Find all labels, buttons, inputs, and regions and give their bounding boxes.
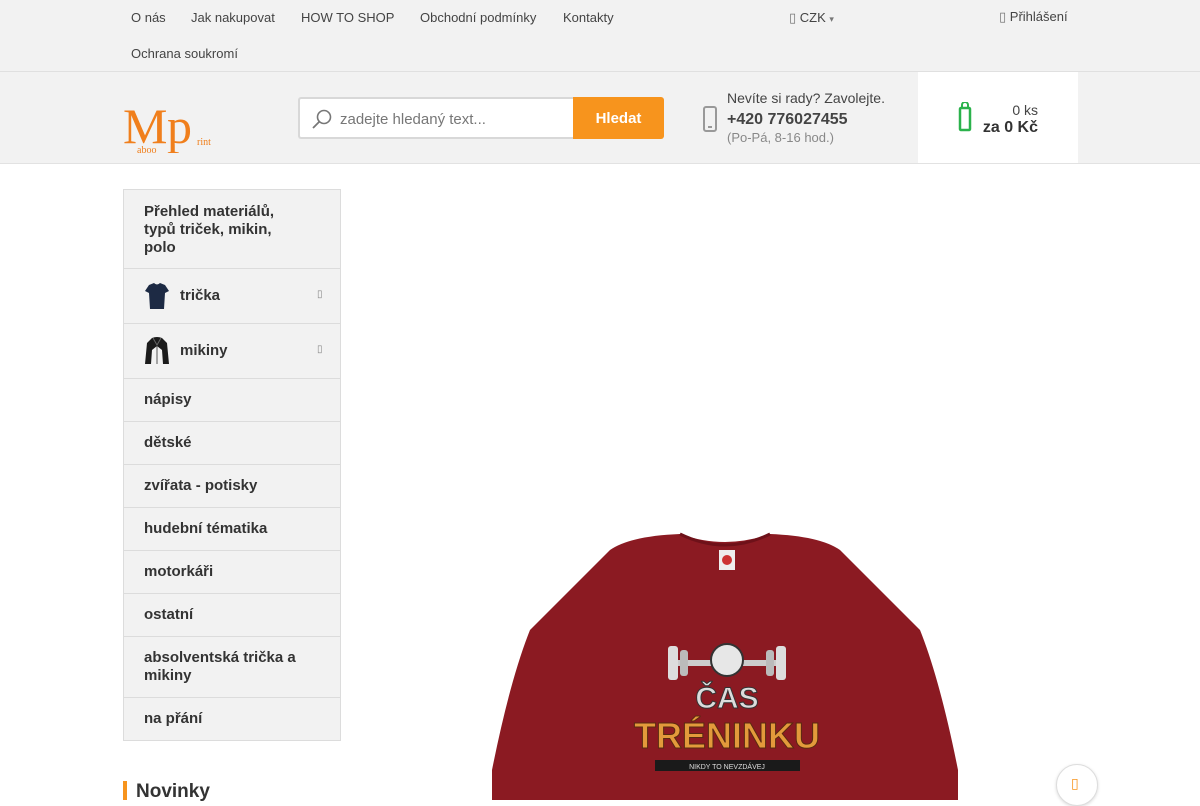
arrow-icon: ▯: [1071, 776, 1079, 792]
login-link[interactable]: ▯ Přihlášení: [999, 9, 1068, 25]
phone-icon: [703, 106, 717, 132]
search-icon: [312, 109, 332, 129]
sidebar-item-label: ostatní: [144, 606, 194, 623]
print-line-1: ČAS: [695, 681, 758, 715]
sidebar-item-napisy[interactable]: nápisy: [124, 379, 340, 422]
svg-text:rint: rint: [197, 137, 211, 148]
sidebar-item-label: trička: [180, 287, 221, 304]
svg-text:p: p: [167, 98, 192, 153]
sidebar-item-prehled-materialu[interactable]: Přehled materiálů, typů triček, mikin, p…: [124, 190, 340, 269]
sidebar-item-absolventska[interactable]: absolventská trička a mikiny: [124, 637, 340, 698]
user-icon: ▯: [999, 10, 1007, 25]
chevron-right-icon: ▯: [317, 289, 323, 300]
sidebar-item-ostatni[interactable]: ostatní: [124, 594, 340, 637]
sidebar-item-tricka[interactable]: trička ▯: [124, 269, 340, 324]
cart-quantity: 0 ks: [1012, 102, 1038, 118]
sidebar-item-label: absolventská trička a mikiny: [144, 649, 296, 684]
sidebar-item-label: zvířata - potisky: [144, 477, 258, 494]
sidebar-item-hudebni-tematika[interactable]: hudební tématika: [124, 508, 340, 551]
login-label: Přihlášení: [1009, 9, 1068, 24]
print-line-2: TRÉNINKU: [634, 715, 820, 756]
sidebar-item-detske[interactable]: dětské: [124, 422, 340, 465]
nav-link-ochrana-soukromi[interactable]: Ochrana soukromí: [131, 46, 238, 61]
currency-icon: ▯: [789, 11, 797, 26]
nav-link-jak-nakupovat[interactable]: Jak nakupovat: [191, 10, 275, 25]
nav-link-how-to-shop[interactable]: HOW TO SHOP: [301, 10, 394, 25]
sidebar-item-label: motorkáři: [144, 563, 214, 580]
search-input[interactable]: [340, 108, 565, 130]
sidebar-item-label: dětské: [144, 434, 192, 451]
nav-link-o-nas[interactable]: O nás: [131, 10, 166, 25]
cart-price: za 0 Kč: [982, 119, 1038, 136]
cart-icon: [958, 102, 972, 132]
top-bar: O nás Jak nakupovat HOW TO SHOP Obchodní…: [0, 0, 1200, 72]
hoodie-thumbnail: [145, 337, 169, 364]
sidebar-item-mikiny[interactable]: mikiny ▯: [124, 324, 340, 379]
sidebar-item-label: Přehled materiálů, typů triček, mikin, p…: [144, 203, 275, 256]
cart-widget[interactable]: 0 ks za 0 Kč: [918, 72, 1078, 163]
nav-link-kontakty[interactable]: Kontakty: [563, 10, 614, 25]
site-logo[interactable]: M p aboo rint: [123, 95, 223, 153]
sidebar-item-na-prani[interactable]: na přání: [124, 698, 340, 740]
chevron-right-icon: ▯: [317, 344, 323, 355]
sidebar-item-label: hudební tématika: [144, 520, 268, 537]
tshirt-thumbnail: [145, 283, 169, 309]
search-box: [298, 97, 575, 139]
sidebar-item-label: na přání: [144, 710, 203, 727]
search-button[interactable]: Hledat: [573, 97, 664, 139]
help-hours: (Po-Pá, 8-16 hod.): [727, 130, 834, 145]
print-line-3: NIKDY TO NEVZDÁVEJ: [689, 762, 765, 771]
sidebar-item-zvirata[interactable]: zvířata - potisky: [124, 465, 340, 508]
sidebar-item-motorkari[interactable]: motorkáři: [124, 551, 340, 594]
help-phone-number[interactable]: +420 776027455: [727, 111, 848, 129]
chevron-down-icon: ▾: [829, 15, 834, 25]
currency-selector[interactable]: ▯ CZK ▾: [789, 10, 834, 26]
category-sidebar: Přehled materiálů, typů triček, mikin, p…: [123, 189, 341, 741]
section-accent-bar: [123, 781, 127, 800]
svg-text:aboo: aboo: [137, 145, 156, 153]
sidebar-item-label: mikiny: [180, 342, 228, 359]
sidebar-item-label: nápisy: [144, 391, 192, 408]
product-image-tshirt[interactable]: ČAS TRÉNINKU NIKDY TO NEVZDÁVEJ: [470, 520, 980, 800]
nav-link-obchodni-podminky[interactable]: Obchodní podmínky: [420, 10, 536, 25]
help-text: Nevíte si rady? Zavolejte.: [727, 90, 885, 106]
currency-label: CZK: [799, 10, 826, 25]
